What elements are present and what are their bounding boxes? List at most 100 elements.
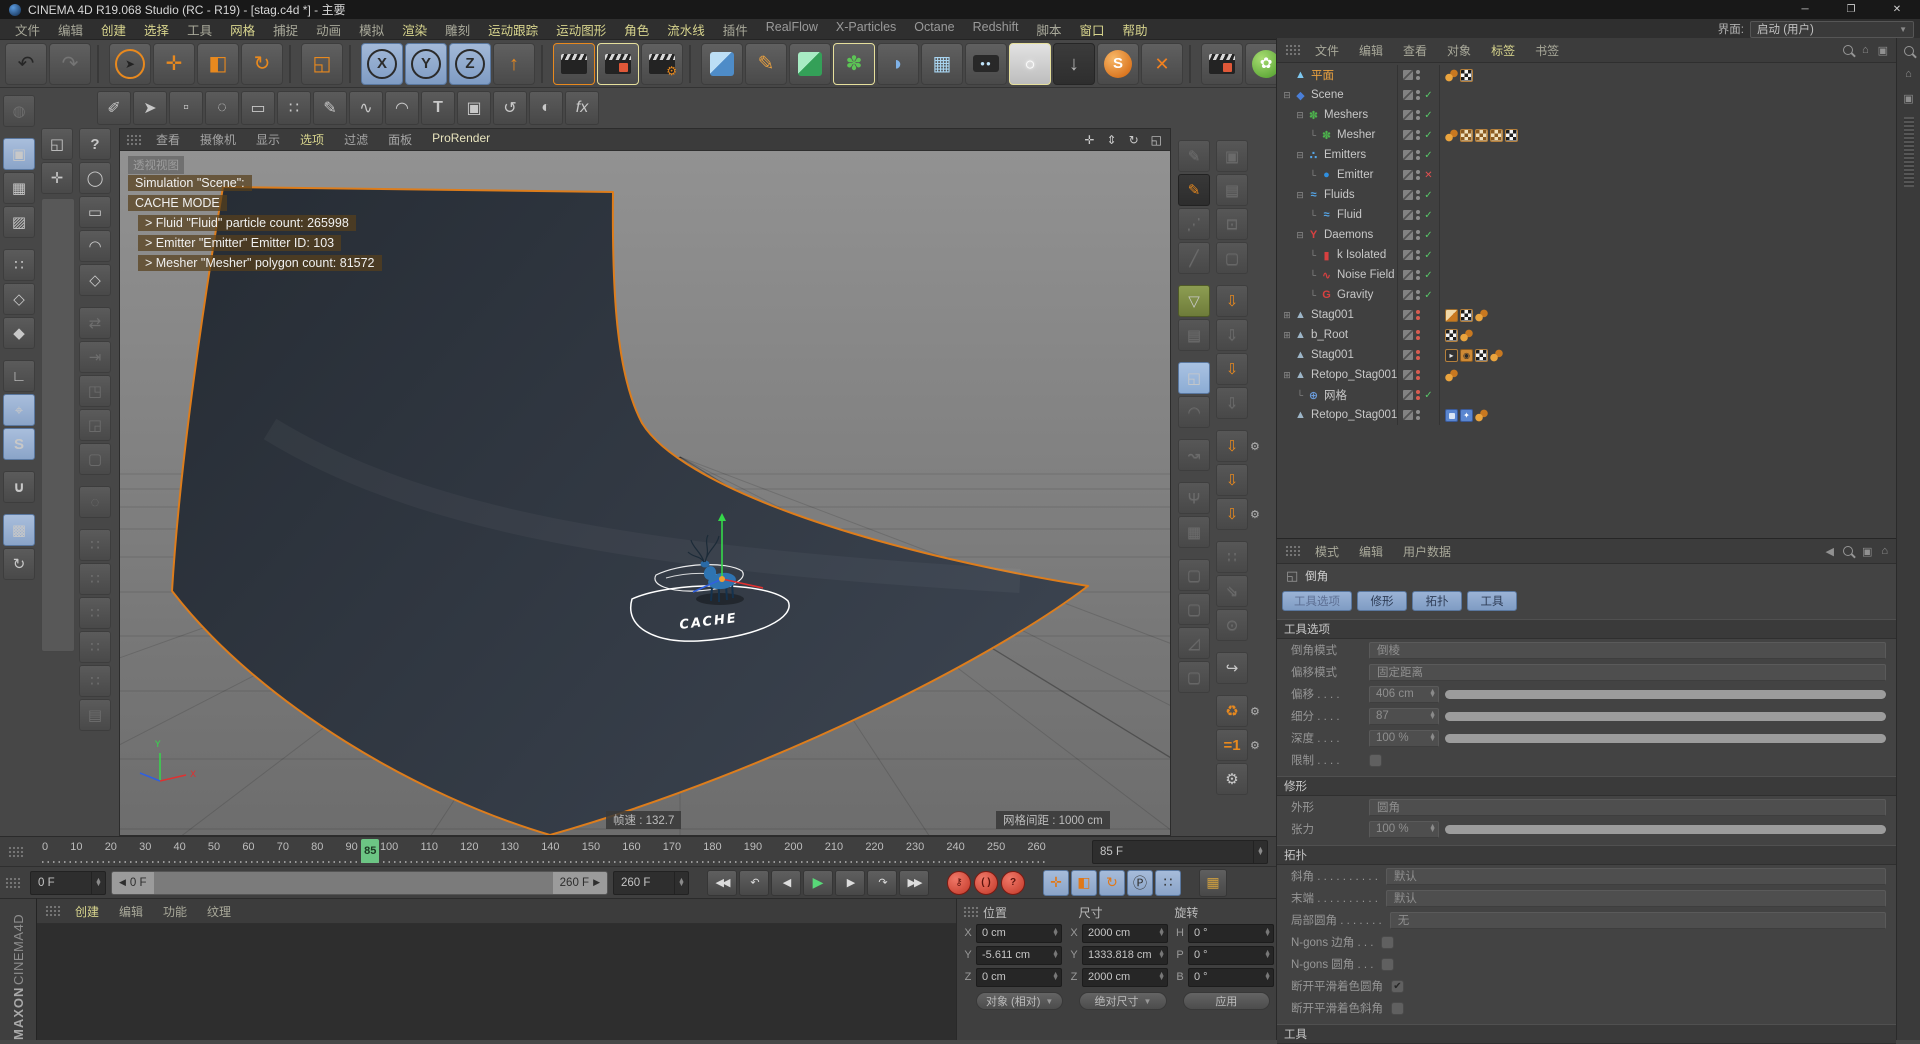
polygon-pen-icon[interactable]: ✎ bbox=[313, 91, 347, 125]
object-row-Mesher[interactable]: └✽Mesher✓ bbox=[1277, 125, 1896, 145]
pan-view-icon[interactable]: ✛ bbox=[1084, 133, 1094, 147]
position-y-input[interactable]: -5.611 cm▲▼ bbox=[976, 946, 1062, 965]
extrude-tool-icon[interactable]: ◱ bbox=[1178, 362, 1210, 394]
object-row-Fluid[interactable]: └≈Fluid✓ bbox=[1277, 205, 1896, 225]
om-menu-标签[interactable]: 标签 bbox=[1481, 42, 1525, 59]
om-menu-文件[interactable]: 文件 bbox=[1305, 42, 1349, 59]
expand-toggle-icon[interactable]: ⊞ bbox=[1281, 310, 1293, 321]
goto-end-button[interactable]: ▶▶ bbox=[899, 870, 929, 896]
viewport-menu-摄像机[interactable]: 摄像机 bbox=[190, 131, 246, 148]
enabled-state-icon[interactable]: ✓ bbox=[1423, 250, 1434, 261]
field-spinner[interactable]: 100 %▲▼ bbox=[1369, 730, 1439, 747]
object-row-Fluids[interactable]: ⊟≈Fluids✓ bbox=[1277, 185, 1896, 205]
texture-dark-tag-icon[interactable] bbox=[1460, 309, 1473, 322]
position-mode-dropdown[interactable]: 对象 (相对)▼ bbox=[976, 992, 1063, 1010]
brush-erase-icon[interactable]: ✐ bbox=[97, 91, 131, 125]
rotate-view-icon[interactable]: ↻ bbox=[1129, 133, 1139, 147]
stepper-arrows-icon[interactable]: ▲▼ bbox=[1429, 825, 1438, 833]
gear-icon[interactable]: ⚙ bbox=[1250, 440, 1260, 453]
edges-mode-icon[interactable]: ◇ bbox=[3, 283, 35, 315]
am-menu-编辑[interactable]: 编辑 bbox=[1349, 543, 1393, 560]
knife-loop-icon[interactable]: ⋰ bbox=[1178, 208, 1210, 240]
layer-toggle-icon[interactable] bbox=[1403, 250, 1413, 260]
layer-toggle-icon[interactable] bbox=[1403, 90, 1413, 100]
marquee-oval-icon[interactable]: ◌ bbox=[205, 91, 239, 125]
interface-dropdown[interactable]: 启动 (用户) ▼ bbox=[1750, 21, 1914, 38]
brick-rows-icon[interactable]: ▤ bbox=[1216, 174, 1248, 206]
visibility-dots[interactable] bbox=[1416, 110, 1420, 120]
drag-handle-icon[interactable] bbox=[963, 906, 979, 918]
ramp-tool-icon[interactable]: ◿ bbox=[1178, 627, 1210, 659]
reset-psr-icon[interactable]: ♻ bbox=[1216, 695, 1248, 727]
layer-toggle-icon[interactable] bbox=[1403, 190, 1413, 200]
mat-menu-编辑[interactable]: 编辑 bbox=[109, 903, 153, 920]
lock-icon[interactable]: ▣ bbox=[1862, 545, 1872, 558]
visibility-dots[interactable] bbox=[1416, 330, 1420, 340]
menu-渲染[interactable]: 渲染 bbox=[393, 20, 436, 39]
field-dropdown[interactable]: 无 bbox=[1390, 912, 1886, 929]
menu-工具[interactable]: 工具 bbox=[178, 20, 221, 39]
drag-handle-icon[interactable] bbox=[5, 877, 21, 889]
array-command-2-icon[interactable]: ◲ bbox=[79, 409, 111, 441]
visibility-dots[interactable] bbox=[1416, 270, 1420, 280]
turn-edge-icon[interactable]: ↪ bbox=[1216, 652, 1248, 684]
phong-tag-icon[interactable] bbox=[1445, 69, 1458, 82]
om-menu-书签[interactable]: 书签 bbox=[1525, 42, 1569, 59]
position-z-input[interactable]: 0 cm▲▼ bbox=[976, 968, 1062, 987]
lock-workplane-icon[interactable]: ▩ bbox=[3, 514, 35, 546]
dot-grid-5-icon[interactable]: ∷ bbox=[79, 665, 111, 697]
deformer-bend-icon[interactable]: ◗ bbox=[877, 43, 919, 85]
array-cubes-icon[interactable]: ▣ bbox=[1216, 140, 1248, 172]
menu-动画[interactable]: 动画 bbox=[307, 20, 350, 39]
dot-grid-1-icon[interactable]: ∷ bbox=[79, 529, 111, 561]
menu-窗口[interactable]: 窗口 bbox=[1070, 20, 1113, 39]
menu-创建[interactable]: 创建 bbox=[92, 20, 135, 39]
layer-toggle-icon[interactable] bbox=[1403, 330, 1413, 340]
object-row-Retopo_Stag001[interactable]: ▲Retopo_Stag001✦ bbox=[1277, 405, 1896, 425]
range-slider-right-cap[interactable]: 260 F▶ bbox=[553, 872, 607, 894]
render-view-icon[interactable] bbox=[553, 43, 595, 85]
instance-tag-icon[interactable] bbox=[1445, 409, 1458, 422]
enable-axis-icon[interactable]: ∟ bbox=[3, 360, 35, 392]
layer-toggle-icon[interactable] bbox=[1403, 210, 1413, 220]
visibility-dots[interactable] bbox=[1416, 370, 1420, 380]
phong-tag-icon[interactable] bbox=[1445, 369, 1458, 382]
layer-toggle-icon[interactable] bbox=[1403, 390, 1413, 400]
visibility-dots[interactable] bbox=[1416, 70, 1420, 80]
stepper-arrows-icon[interactable]: ▲▼ bbox=[1264, 951, 1273, 959]
stepper-arrows-icon[interactable]: ▲▼ bbox=[91, 872, 105, 894]
om-menu-编辑[interactable]: 编辑 bbox=[1349, 42, 1393, 59]
melt-icon[interactable]: ⇩ bbox=[1216, 464, 1248, 496]
layer-toggle-icon[interactable] bbox=[1403, 130, 1413, 140]
phong-tag-icon[interactable] bbox=[1475, 309, 1488, 322]
viewport-menu-查看[interactable]: 查看 bbox=[146, 131, 190, 148]
spline-project-icon[interactable]: ↝ bbox=[1178, 439, 1210, 471]
enabled-state-icon[interactable]: ✓ bbox=[1423, 270, 1434, 281]
layer-toggle-icon[interactable] bbox=[1403, 170, 1413, 180]
field-dropdown[interactable]: 固定距离 bbox=[1369, 664, 1886, 681]
knife-line-icon[interactable]: ╱ bbox=[1178, 242, 1210, 274]
timeline-range-slider[interactable]: ◀0 F 260 F▶ bbox=[111, 871, 608, 895]
object-row-Scene[interactable]: ⊟◆Scene✓ bbox=[1277, 85, 1896, 105]
visibility-dots[interactable] bbox=[1416, 310, 1420, 320]
collapse-icon[interactable]: ⇘ bbox=[1216, 575, 1248, 607]
magnet-tool-icon[interactable]: ∪ bbox=[3, 471, 35, 503]
play-button[interactable]: ▶ bbox=[803, 870, 833, 896]
field-checkbox[interactable] bbox=[1381, 936, 1394, 949]
expand-toggle-icon[interactable]: ⊟ bbox=[1281, 90, 1293, 101]
cube-points-icon[interactable]: ⊡ bbox=[1216, 208, 1248, 240]
history-back-icon[interactable]: ◀ bbox=[1825, 545, 1833, 558]
menu-脚本[interactable]: 脚本 bbox=[1027, 20, 1070, 39]
menu-帮助[interactable]: 帮助 bbox=[1114, 20, 1157, 39]
iron-tool-icon[interactable]: ▤ bbox=[1178, 319, 1210, 351]
optimize-icon[interactable]: ∷ bbox=[1216, 541, 1248, 573]
marquee-rect-icon[interactable]: ▫ bbox=[169, 91, 203, 125]
phong-tag-icon[interactable] bbox=[1460, 329, 1473, 342]
stepper-arrows-icon[interactable]: ▲▼ bbox=[1158, 929, 1167, 937]
autokey-button[interactable]: ( ) bbox=[974, 871, 998, 895]
visibility-dots[interactable] bbox=[1416, 350, 1420, 360]
texture-dark-tag-icon[interactable] bbox=[1460, 69, 1473, 82]
stepper-arrows-icon[interactable]: ▲▼ bbox=[1429, 712, 1438, 720]
stitch-command-icon[interactable]: ⇥ bbox=[79, 341, 111, 373]
object-row-网格[interactable]: └⊕网格✓ bbox=[1277, 385, 1896, 405]
